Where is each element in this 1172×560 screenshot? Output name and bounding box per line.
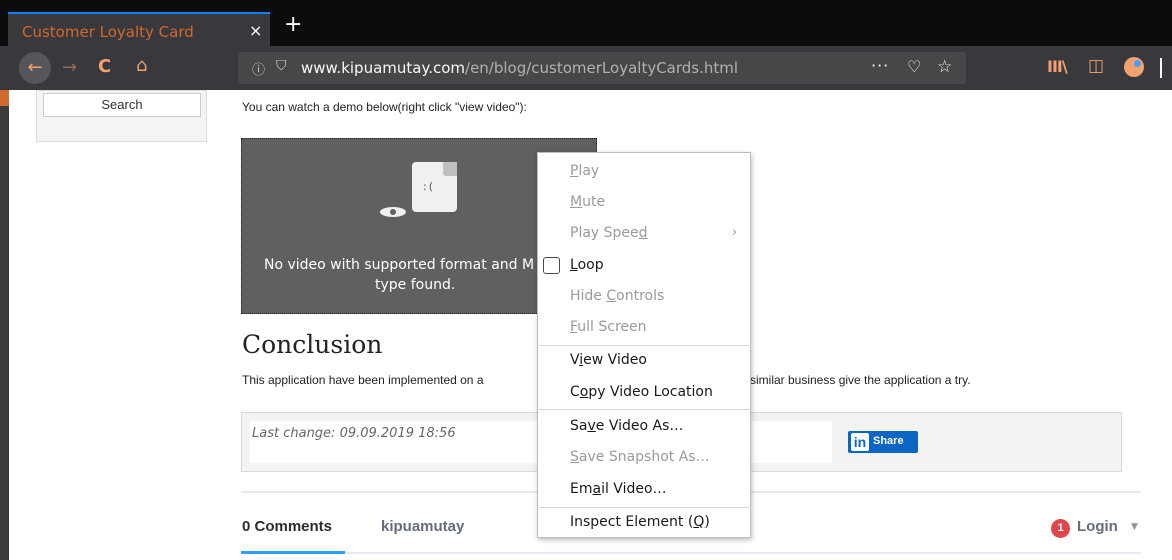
url-text[interactable]: www.kipuamutay.com/en/blog/customerLoyal… (301, 59, 738, 77)
menu-item-loop-label: Loop (570, 257, 604, 273)
library-icon[interactable]: III\ (1047, 57, 1068, 76)
new-tab-icon[interactable]: + (284, 14, 302, 36)
menu-item-inspect-element[interactable]: Inspect Element (Q) (538, 508, 750, 538)
conclusion-text-end: similar business give the application a … (750, 373, 971, 387)
menu-item-hide-controls-label: Hide Controls (570, 288, 665, 304)
forward-icon[interactable]: → (62, 57, 77, 78)
menu-item-copy-video-location[interactable]: Copy Video Location (538, 378, 750, 408)
conclusion-heading: Conclusion (242, 330, 383, 359)
menu-item-save-video-as[interactable]: Save Video As… (538, 412, 750, 442)
back-icon[interactable]: ← (19, 52, 51, 84)
menu-item-mute-label: Mute (570, 194, 606, 210)
menu-item-play-speed[interactable]: Play Speed › (538, 219, 750, 249)
menu-item-mute[interactable]: Mute (538, 188, 750, 218)
broken-video-icon: :( (412, 162, 457, 212)
menu-item-play-label: Play (570, 163, 600, 179)
comments-count-tab[interactable]: 0 Comments (242, 518, 332, 535)
comments-site-tab[interactable]: kipuamutay (381, 518, 464, 535)
menu-item-loop[interactable]: Loop (538, 251, 750, 281)
login-button[interactable]: Login (1077, 518, 1118, 535)
url-domain: www.kipuamutay.com (301, 59, 466, 77)
comments-tab-rule (345, 552, 1141, 554)
menu-item-email-video-label: Email Video… (570, 481, 667, 497)
linkedin-share-button[interactable]: in Share (848, 431, 918, 453)
tab-title: Customer Loyalty Card (22, 23, 194, 41)
video-error-line1: No video with supported format and M (264, 257, 535, 273)
reload-icon[interactable]: C (98, 56, 111, 77)
conclusion-text-start: This application have been implemented o… (242, 373, 484, 387)
menu-item-save-snapshot-as-label: Save Snapshot As… (570, 449, 710, 465)
menu-item-save-snapshot-as[interactable]: Save Snapshot As… (538, 443, 750, 473)
menu-item-play-speed-label: Play Speed (570, 225, 648, 241)
url-path: /en/blog/customerLoyaltyCards.html (465, 59, 739, 77)
menu-item-full-screen[interactable]: Full Screen (538, 313, 750, 343)
menu-item-inspect-element-label: Inspect Element (Q) (570, 514, 710, 530)
sad-face-icon: :( (423, 180, 435, 193)
url-bar[interactable]: ⓘ ⛉ www.kipuamutay.com/en/blog/customerL… (238, 52, 966, 84)
tracking-protection-icon[interactable]: ⛉ (276, 58, 287, 74)
menu-icon[interactable] (1160, 58, 1162, 78)
share-label: Share (873, 435, 904, 447)
menu-item-hide-controls[interactable]: Hide Controls (538, 282, 750, 312)
menu-item-save-video-as-label: Save Video As… (570, 418, 684, 434)
menu-item-full-screen-label: Full Screen (570, 319, 647, 335)
linkedin-icon: in (851, 433, 869, 451)
page-actions-icon[interactable]: ··· (871, 56, 889, 75)
home-icon[interactable]: ⌂ (136, 55, 147, 76)
bookmark-star-icon[interactable]: ☆ (937, 57, 952, 77)
video-disc-icon (380, 207, 406, 217)
chevron-down-icon[interactable]: ▼ (1131, 522, 1138, 532)
search-button[interactable]: Search (43, 93, 201, 117)
close-tab-icon[interactable]: × (249, 21, 262, 40)
tab-bar: Customer Loyalty Card × + (0, 0, 1172, 46)
site-info-icon[interactable]: ⓘ (252, 59, 265, 78)
sidebar-icon[interactable]: ◫ (1088, 56, 1104, 76)
video-context-menu: Play Mute Play Speed › Loop Hide Control… (537, 152, 751, 538)
menu-item-copy-video-location-label: Copy Video Location (570, 384, 713, 400)
intro-text: You can watch a demo below(right click "… (242, 100, 527, 114)
left-edge-strip (0, 90, 9, 560)
pocket-icon[interactable]: ♡ (907, 57, 921, 76)
account-icon[interactable] (1124, 57, 1144, 77)
submenu-arrow-icon: › (732, 225, 738, 240)
menu-item-email-video[interactable]: Email Video… (538, 475, 750, 505)
menu-item-view-video-label: View Video (570, 352, 647, 368)
menu-separator (539, 409, 751, 410)
loop-checkbox[interactable] (543, 257, 560, 274)
menu-item-view-video[interactable]: View Video (538, 346, 750, 376)
menu-item-play[interactable]: Play (538, 157, 750, 187)
sidebar-search-box: Search (36, 90, 207, 142)
comments-tab-underline (241, 551, 345, 554)
last-change-text: Last change: 09.09.2019 18:56 (252, 426, 456, 441)
notification-badge[interactable]: 1 (1051, 519, 1070, 538)
tab-customer-loyalty-card[interactable]: Customer Loyalty Card × (8, 12, 270, 46)
navigation-toolbar: ← → C ⌂ ⓘ ⛉ www.kipuamutay.com/en/blog/c… (0, 46, 1172, 90)
